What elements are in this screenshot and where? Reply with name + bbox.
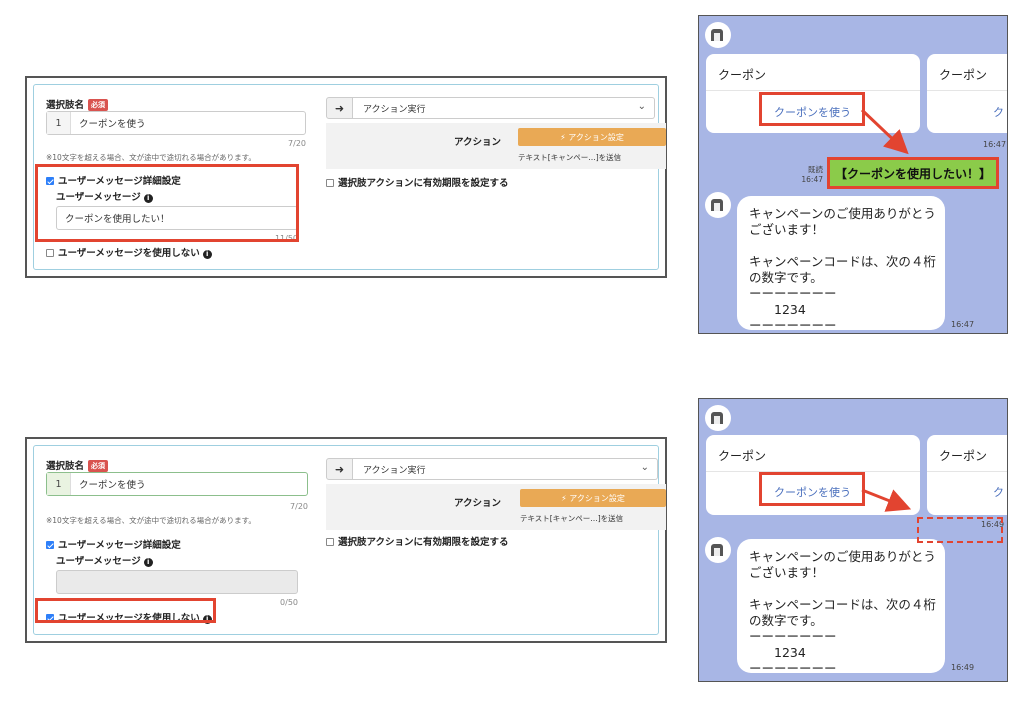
chevron-down-icon: ⌄: [637, 101, 646, 112]
arrow-right-icon: ➜: [326, 97, 353, 119]
no-user-message-label: ユーザーメッセージを使用しない: [58, 248, 200, 259]
choice-name-label-text: 選択肢名: [46, 461, 85, 472]
card-divider: [927, 90, 1007, 91]
message-time: 16:47: [951, 320, 975, 329]
avatar: [705, 405, 731, 431]
action-label: アクション: [454, 137, 502, 148]
choice-number: 1: [47, 112, 71, 134]
truncation-note: ※10文字を超える場合、文が途中で途切れる場合があります。: [46, 153, 256, 162]
card-title: クーポン: [718, 449, 767, 463]
card-title: クーポン: [718, 68, 767, 82]
expiry-checkbox[interactable]: 選択肢アクションに有効期限を設定する: [326, 534, 509, 548]
detail-settings-checkbox[interactable]: ユーザーメッセージ詳細設定: [46, 537, 181, 551]
coupon-use-link[interactable]: ク: [993, 104, 1004, 120]
checkbox-unchecked-icon[interactable]: [46, 249, 54, 257]
user-message-label-text: ユーザーメッセージ: [56, 556, 141, 567]
action-label: アクション: [454, 498, 502, 509]
highlight-box: [759, 92, 865, 126]
checkbox-checked-icon[interactable]: [46, 541, 54, 549]
choice-name-input[interactable]: 1 クーポンを使う: [46, 111, 306, 135]
card-divider: [927, 471, 1007, 472]
settings-panel-bottom: 選択肢名 必須 1 クーポンを使う 7/20 ※10文字を超える場合、文が途中で途…: [25, 437, 667, 643]
choice-name-value: クーポンを使う: [79, 480, 146, 491]
action-type-row: ➜ アクション実行 ⌄: [326, 97, 655, 119]
expiry-label: 選択肢アクションに有効期限を設定する: [338, 537, 509, 548]
detail-settings-label: ユーザーメッセージ詳細設定: [58, 540, 181, 551]
user-message-counter: 0/50: [280, 598, 298, 607]
settings-panel-top: 選択肢名 必須 1 クーポンを使う 7/20 ※10文字を超える場合、文が途中で途…: [25, 76, 667, 278]
choice-name-counter: 7/20: [290, 502, 308, 511]
expiry-checkbox[interactable]: 選択肢アクションに有効期限を設定する: [326, 175, 509, 189]
action-type-value: アクション実行: [363, 104, 426, 115]
chat-preview-top: クーポン クーポンを使う クーポン ク 16:47 既読 16:47 【クーポン…: [698, 15, 1008, 334]
choice-name-value: クーポンを使う: [79, 119, 146, 130]
reply-bubble: キャンペーンのご使用ありがとう ございます！ キャンペーンコードは、次の４桁 の…: [737, 196, 945, 333]
coupon-card: クーポン ク: [927, 435, 1007, 515]
action-description: テキスト[キャンペー…]を送信: [520, 514, 624, 523]
message-time: 16:49: [951, 663, 975, 672]
card-title: クーポン: [939, 449, 988, 463]
highlight-box: [759, 472, 865, 506]
highlight-box: [35, 598, 216, 623]
no-user-message-checkbox[interactable]: ユーザーメッセージを使用しない i: [46, 245, 212, 259]
avatar: [705, 192, 731, 218]
card-divider: [706, 90, 920, 91]
checkbox-unchecked-icon[interactable]: [326, 538, 334, 546]
info-icon[interactable]: i: [202, 250, 212, 259]
truncation-note: ※10文字を超える場合、文が途中で途切れる場合があります。: [46, 516, 256, 525]
action-area: アクション ⚡ アクション設定 テキスト[キャンペー…]を送信: [326, 484, 666, 530]
choice-name-counter: 7/20: [288, 139, 306, 148]
highlight-box: [35, 164, 299, 242]
chevron-down-icon: ⌄: [640, 462, 649, 473]
choice-name-input[interactable]: 1 クーポンを使う: [46, 472, 308, 496]
card-title: クーポン: [939, 68, 988, 82]
required-badge: 必須: [88, 99, 109, 111]
read-label: 既読: [808, 165, 823, 174]
action-settings-button[interactable]: ⚡ アクション設定: [520, 489, 666, 507]
choice-number: 1: [47, 473, 71, 495]
checkbox-unchecked-icon[interactable]: [326, 179, 334, 187]
avatar: [705, 22, 731, 48]
avatar: [705, 537, 731, 563]
expiry-label: 選択肢アクションに有効期限を設定する: [338, 178, 509, 189]
arrow-right-icon: ➜: [326, 458, 353, 480]
missing-message-placeholder: [917, 517, 1003, 543]
action-description: テキスト[キャンペー…]を送信: [518, 153, 622, 162]
action-type-select[interactable]: アクション実行 ⌄: [353, 97, 655, 119]
action-settings-button[interactable]: ⚡ アクション設定: [518, 128, 666, 146]
action-area: アクション ⚡ アクション設定 テキスト[キャンペー…]を送信: [326, 123, 666, 169]
read-status: 既読 16:47: [795, 165, 823, 185]
action-type-row: ➜ アクション実行 ⌄: [326, 458, 658, 480]
highlight-box: [827, 157, 999, 189]
action-type-value: アクション実行: [363, 465, 426, 476]
action-type-select[interactable]: アクション実行 ⌄: [353, 458, 658, 480]
choice-name-label: 選択肢名 必須: [46, 458, 109, 472]
coupon-use-link[interactable]: ク: [993, 484, 1004, 500]
sent-time: 16:47: [801, 175, 823, 184]
info-icon[interactable]: i: [143, 558, 153, 567]
user-message-input[interactable]: [56, 570, 298, 594]
chat-preview-bottom: クーポン クーポンを使う クーポン ク 16:49 キャンペーンのご使用ありがと…: [698, 398, 1008, 682]
reply-bubble: キャンペーンのご使用ありがとう ございます！ キャンペーンコードは、次の４桁 の…: [737, 539, 945, 676]
choice-name-label: 選択肢名 必須: [46, 97, 109, 111]
coupon-card: クーポン ク: [927, 54, 1007, 133]
message-time: 16:47: [983, 140, 1007, 149]
choice-name-label-text: 選択肢名: [46, 100, 85, 111]
user-message-label: ユーザーメッセージ i: [56, 553, 153, 567]
required-badge: 必須: [88, 460, 109, 472]
